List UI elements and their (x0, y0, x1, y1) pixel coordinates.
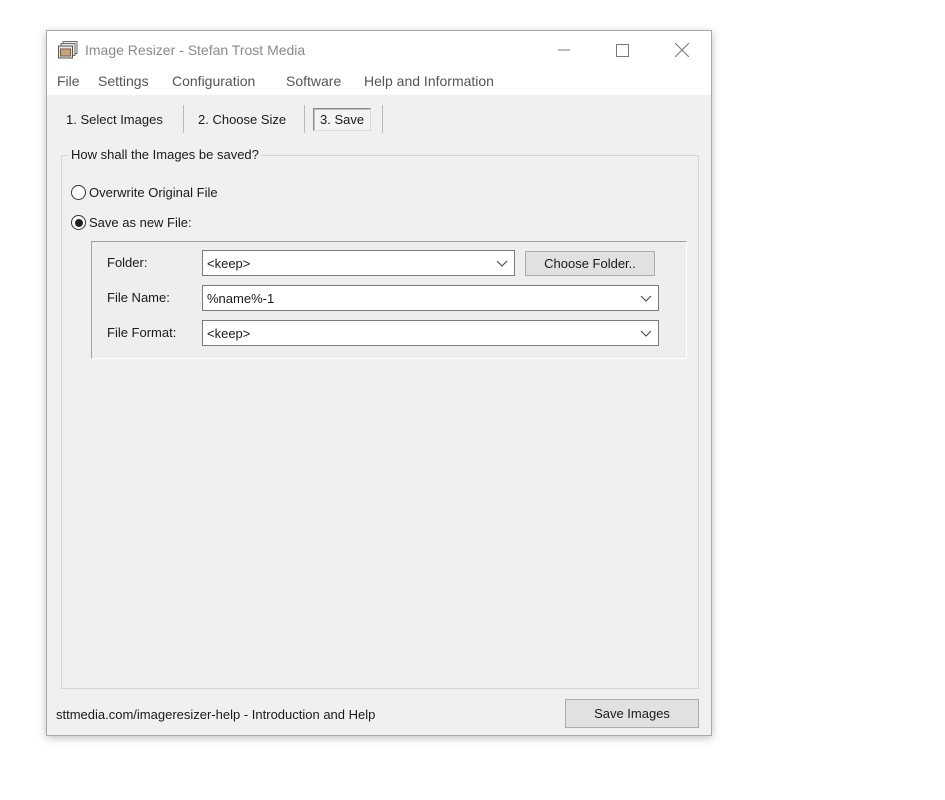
overwrite-original-label: Overwrite Original File (89, 185, 218, 200)
file-format-combobox[interactable]: <keep> (202, 320, 659, 346)
tab-select-images[interactable]: 1. Select Images (66, 112, 163, 127)
overwrite-original-radio[interactable]: Overwrite Original File (71, 185, 218, 200)
menu-file[interactable]: File (57, 73, 80, 89)
choose-folder-button[interactable]: Choose Folder.. (525, 251, 655, 276)
file-format-value: <keep> (207, 325, 251, 341)
radio-unchecked-icon (71, 185, 86, 200)
file-format-label: File Format: (107, 325, 177, 340)
save-images-button[interactable]: Save Images (565, 699, 699, 728)
folder-label: Folder: (107, 255, 148, 270)
save-options-group (61, 155, 699, 689)
tab-save[interactable]: 3. Save (313, 108, 372, 131)
save-as-new-file-label: Save as new File: (89, 215, 192, 230)
image-resizer-window: Image Resizer - Stefan Trost Media File … (46, 30, 712, 736)
file-name-combobox[interactable]: %name%-1 (202, 285, 659, 311)
help-link[interactable]: sttmedia.com/imageresizer-help - Introdu… (56, 707, 375, 722)
minimize-button[interactable] (541, 31, 587, 69)
title-bar[interactable]: Image Resizer - Stefan Trost Media (47, 31, 711, 69)
folder-value: <keep> (207, 255, 251, 271)
minimize-icon (558, 49, 570, 51)
chevron-down-icon[interactable] (496, 257, 508, 269)
menu-configuration[interactable]: Configuration (172, 73, 255, 89)
save-group-title: How shall the Images be saved? (69, 147, 261, 162)
menu-software[interactable]: Software (286, 73, 341, 89)
tab-choose-size[interactable]: 2. Choose Size (198, 112, 286, 127)
window-title: Image Resizer - Stefan Trost Media (85, 42, 306, 58)
app-windows-icon (58, 41, 78, 59)
folder-combobox[interactable]: <keep> (202, 250, 515, 276)
menu-bar: File Settings Configuration Software Hel… (47, 69, 711, 95)
chevron-down-icon[interactable] (640, 327, 652, 339)
menu-help-and-information[interactable]: Help and Information (364, 73, 494, 89)
file-name-label: File Name: (107, 290, 170, 305)
maximize-icon (615, 43, 629, 57)
menu-settings[interactable]: Settings (98, 73, 149, 89)
file-name-value: %name%-1 (207, 290, 275, 306)
close-icon (675, 43, 689, 57)
close-button[interactable] (659, 31, 705, 69)
chevron-down-icon[interactable] (640, 292, 652, 304)
tab-separator (304, 105, 305, 133)
tab-separator (382, 105, 383, 133)
tab-separator (183, 105, 184, 133)
save-as-new-file-radio[interactable]: Save as new File: (71, 215, 192, 230)
maximize-button[interactable] (599, 31, 645, 69)
radio-checked-icon (71, 215, 86, 230)
